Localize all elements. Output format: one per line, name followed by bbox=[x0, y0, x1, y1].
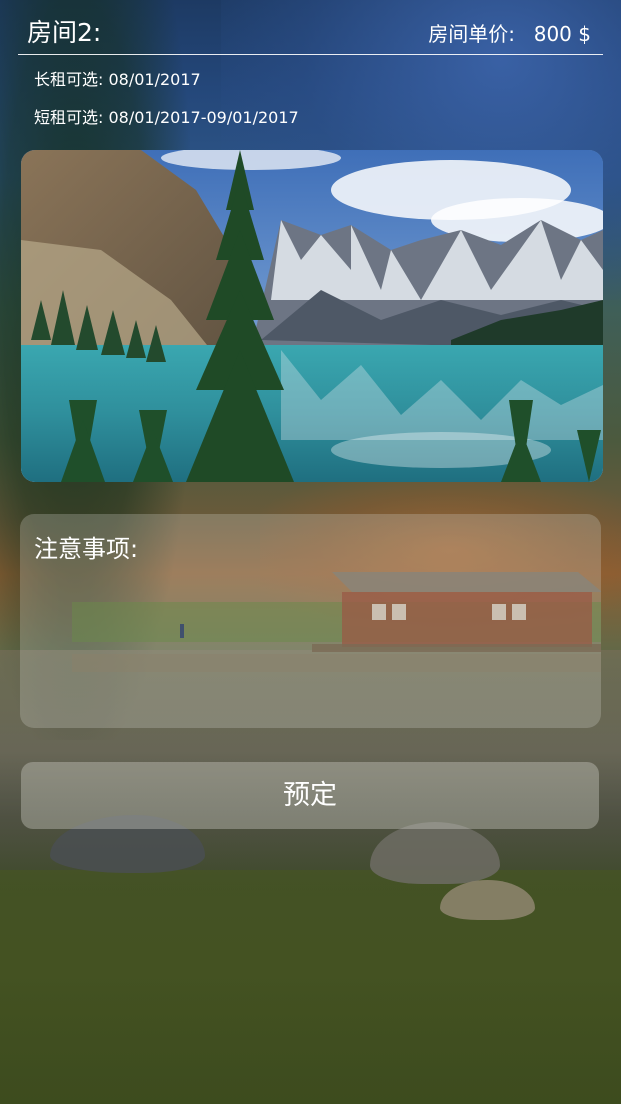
long-term-label: 长租可选: bbox=[34, 70, 104, 89]
price-value: 800 $ bbox=[533, 22, 591, 46]
short-term-label: 短租可选: bbox=[34, 108, 104, 127]
notes-title: 注意事项: bbox=[34, 535, 139, 563]
notes-panel: 注意事项: bbox=[20, 514, 601, 728]
room-header: 房间2: 房间单价: 800 $ bbox=[18, 12, 603, 55]
room-photo[interactable] bbox=[21, 150, 603, 482]
room-detail-screen: 房间2: 房间单价: 800 $ 长租可选: 08/01/2017 短租可选: … bbox=[0, 0, 621, 1104]
long-term-value: 08/01/2017 bbox=[108, 70, 201, 89]
long-term-availability: 长租可选: 08/01/2017 bbox=[34, 69, 201, 91]
reserve-button[interactable]: 预定 bbox=[21, 762, 599, 829]
short-term-availability: 短租可选: 08/01/2017-09/01/2017 bbox=[34, 107, 299, 129]
short-term-value: 08/01/2017-09/01/2017 bbox=[108, 108, 299, 127]
boathouse-background bbox=[72, 572, 601, 672]
price-label: 房间单价: bbox=[428, 22, 515, 46]
mountain-lake-image bbox=[21, 150, 603, 482]
room-title: 房间2: bbox=[27, 18, 102, 47]
